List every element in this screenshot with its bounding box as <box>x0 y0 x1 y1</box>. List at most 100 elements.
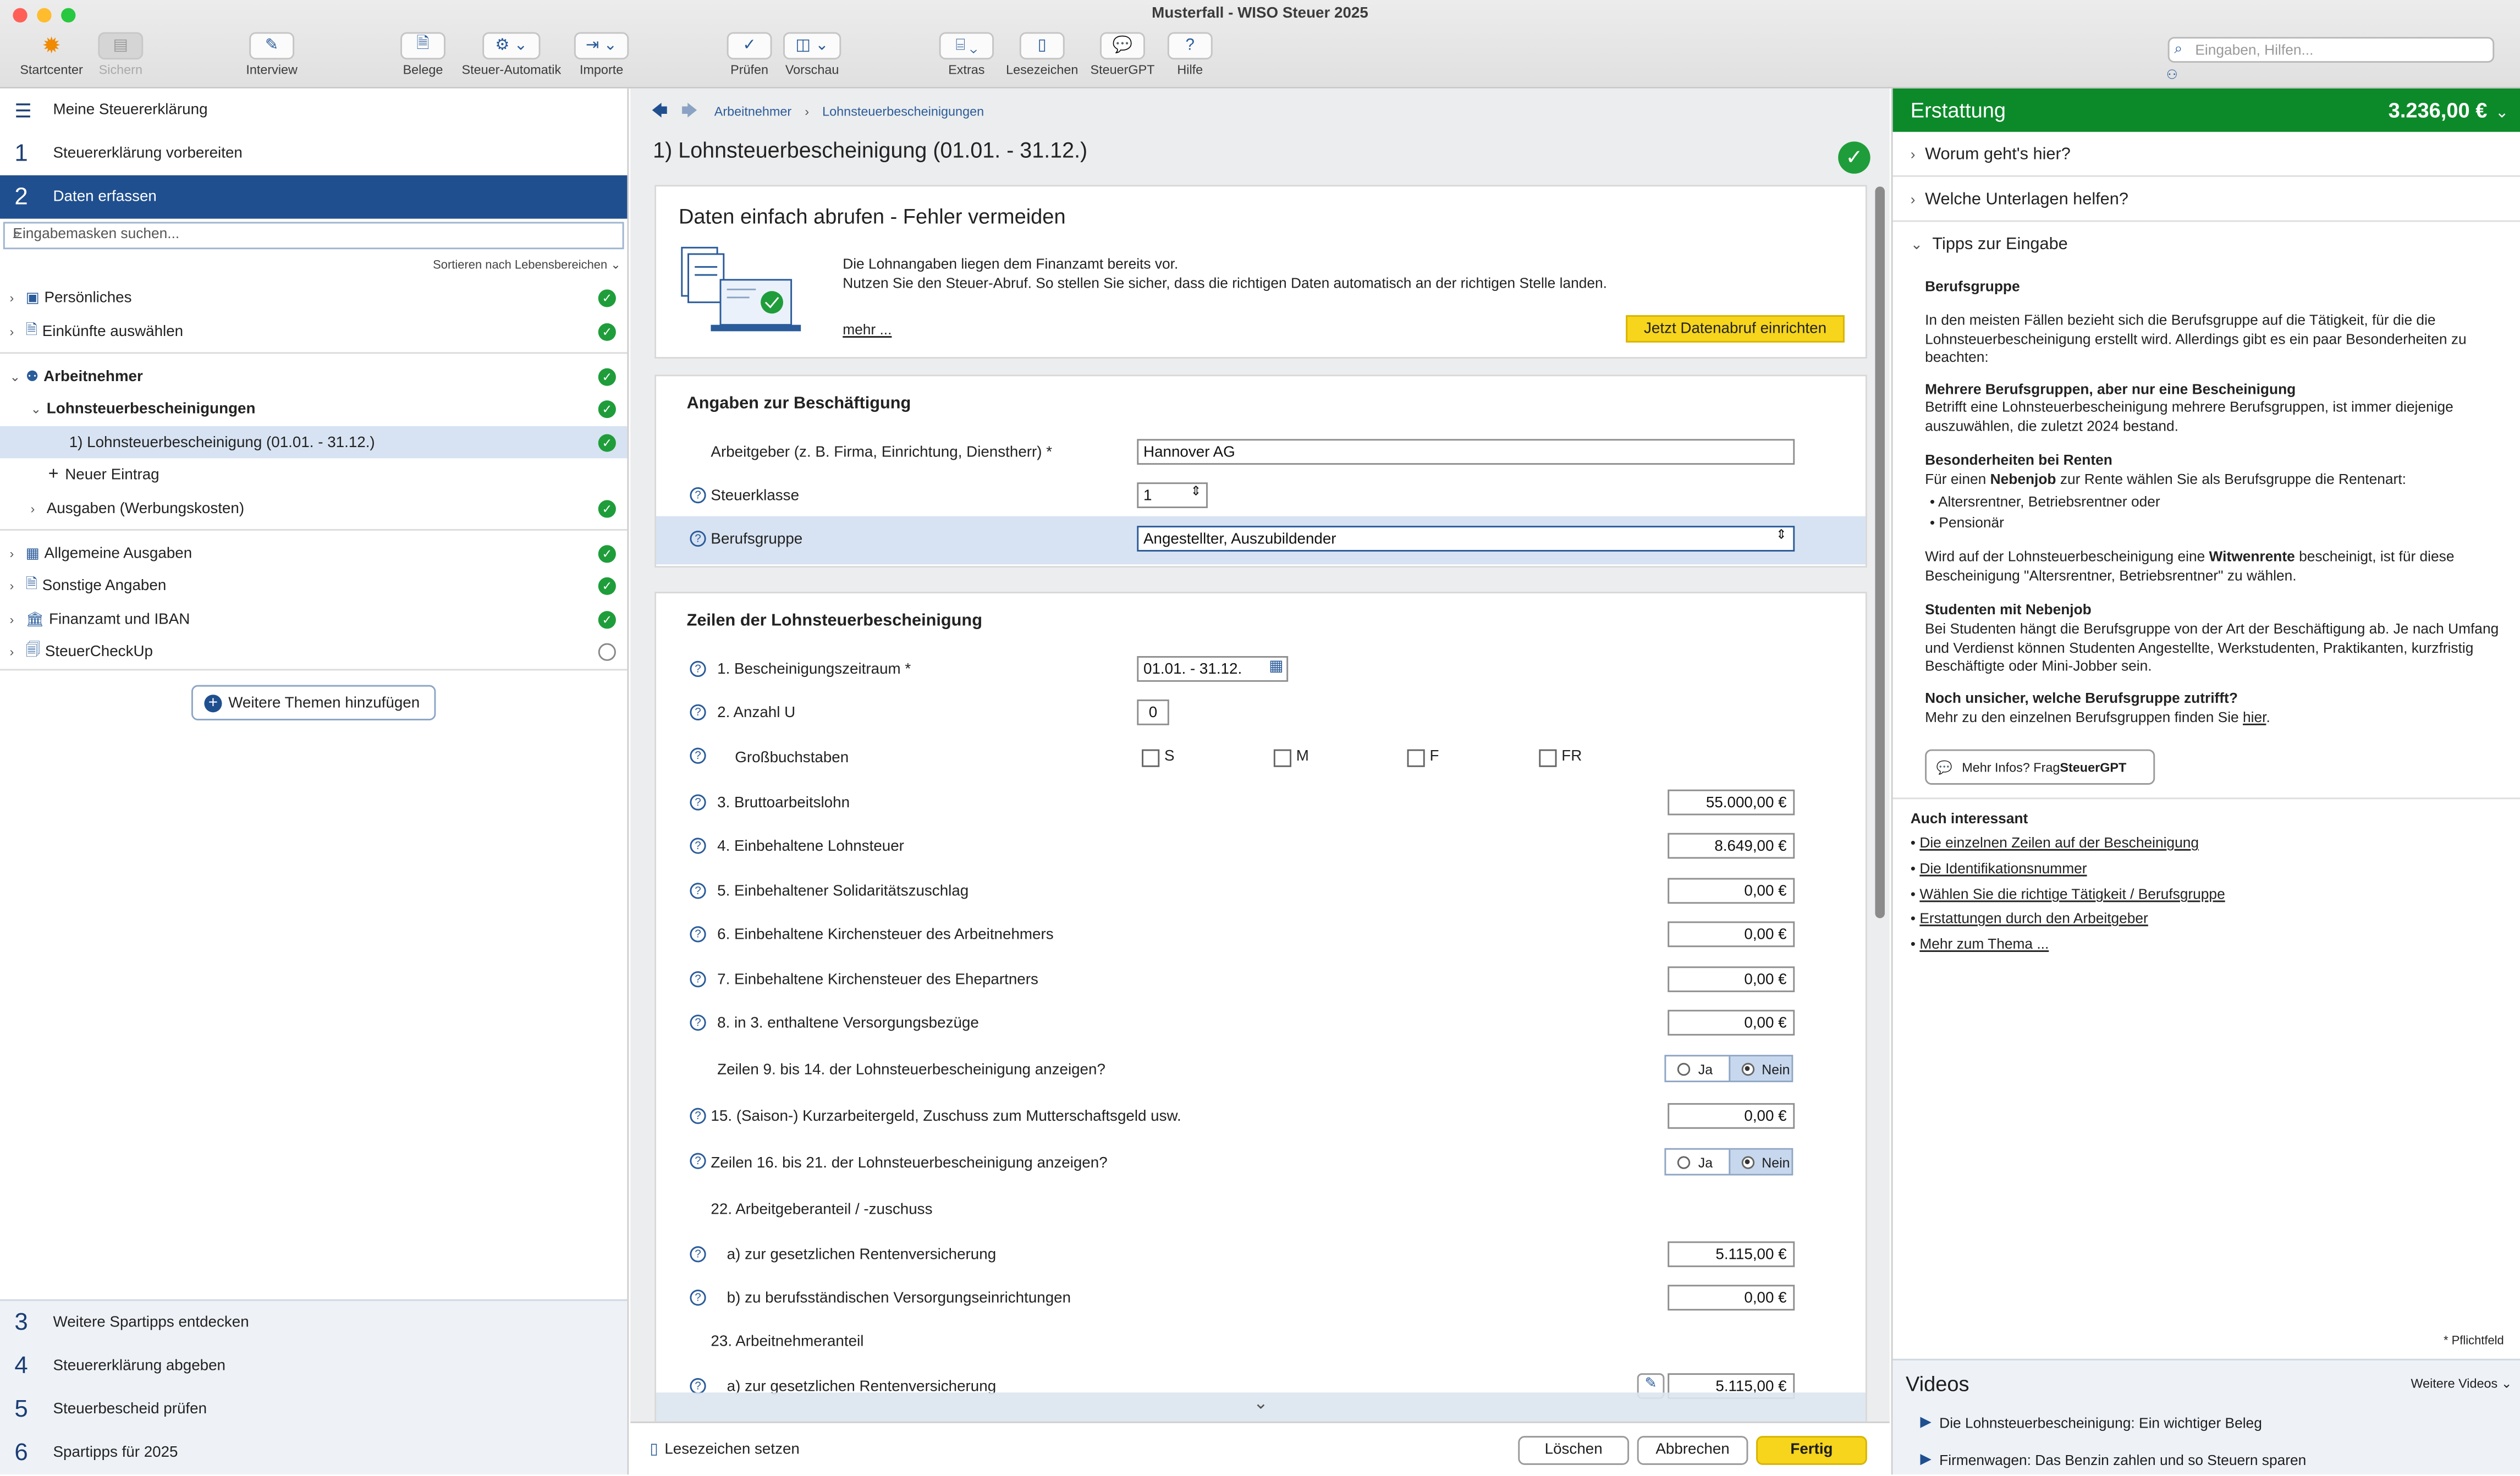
belege-button[interactable]: 🗎 Belege <box>395 32 450 77</box>
extras-button[interactable]: ⌸ ⌄ Extras <box>936 32 997 77</box>
done-button[interactable]: Fertig <box>1756 1436 1867 1465</box>
line-7-input[interactable]: 0,00 € <box>1668 966 1795 993</box>
lesezeichen-button[interactable]: ▯ Lesezeichen <box>1000 32 1084 77</box>
also-link-2[interactable]: • Die Identifikationsnummer <box>1911 860 2493 879</box>
global-search-input[interactable]: ⌕ Eingaben, Hilfen... <box>2167 37 2495 63</box>
checkbox-m[interactable] <box>1273 749 1292 767</box>
also-link-1[interactable]: • Die einzelnen Zeilen auf der Bescheini… <box>1911 835 2493 853</box>
tree-item-lohnsteuerbescheinigungen[interactable]: ⌄ Lohnsteuerbescheinigungen ✓ <box>0 392 627 424</box>
bookmark-set-button[interactable]: ▯ Lesezeichen setzen <box>650 1441 800 1458</box>
also-link-text[interactable]: Wählen Sie die richtige Tätigkeit / Beru… <box>1919 886 2225 902</box>
also-link-text[interactable]: Die Identifikationsnummer <box>1919 860 2087 876</box>
line-22b-input[interactable]: 0,00 € <box>1668 1285 1795 1311</box>
also-link-5[interactable]: • Mehr zum Thema ... <box>1911 936 2493 955</box>
save-button[interactable]: ▤ Sichern <box>93 32 148 77</box>
help-icon[interactable]: ? <box>690 1153 706 1169</box>
line-22a-input[interactable]: 5.115,00 € <box>1668 1241 1795 1268</box>
tree-item-persoenliches[interactable]: › ▣ Persönliches ✓ <box>0 282 627 313</box>
ask-steuergpt-button[interactable]: 💬 Mehr Infos? Frag SteuerGPT <box>1925 749 2155 785</box>
sort-dropdown[interactable]: Sortieren nach Lebensbereichen ⌄ <box>433 257 621 272</box>
hilfe-button[interactable]: ? Hilfe <box>1167 32 1213 77</box>
tip-here-link[interactable]: hier <box>2243 709 2266 725</box>
scrollbar[interactable] <box>1875 186 1885 918</box>
help-icon[interactable]: ? <box>690 1108 706 1124</box>
line-2-input[interactable]: 0 <box>1137 699 1169 725</box>
steuer-automatik-button[interactable]: ⚙ ⌄ Steuer-Automatik <box>454 32 570 77</box>
checkbox-s[interactable] <box>1142 749 1160 767</box>
option-ja[interactable]: Ja <box>1666 1056 1728 1081</box>
startcenter-button[interactable]: ✹ Startcenter <box>16 32 87 77</box>
step-1[interactable]: 1 Steuererklärung vorbereiten <box>0 132 627 175</box>
mask-search-input[interactable]: ⌕ Eingabemasken suchen... <box>3 222 624 250</box>
cancel-button[interactable]: Abbrechen <box>1637 1436 1748 1465</box>
help-icon[interactable]: ? <box>690 1378 706 1395</box>
help-icon[interactable]: ? <box>690 971 706 988</box>
line-4-input[interactable]: 8.649,00 € <box>1668 833 1795 859</box>
checkbox-fr[interactable] <box>1539 749 1557 767</box>
importe-button[interactable]: ⇥ ⌄ Importe <box>571 32 632 77</box>
vorschau-button[interactable]: ◫ ⌄ Vorschau <box>780 32 844 77</box>
berufsgruppe-select[interactable]: Angestellter, Auszubildender ⇕ <box>1137 526 1795 552</box>
line-1-date-input[interactable]: 01.01. - 31.12. ▦ <box>1137 656 1289 682</box>
step-4[interactable]: 4 Steuererklärung abgeben <box>0 1345 627 1388</box>
also-link-text[interactable]: Mehr zum Thema ... <box>1919 936 2049 952</box>
add-topics-button[interactable]: + Weitere Themen hinzufügen <box>191 685 436 720</box>
employer-input[interactable]: Hannover AG <box>1137 439 1795 465</box>
promo-more-link[interactable]: mehr ... <box>843 322 892 338</box>
tree-item-steuercheckup[interactable]: › 🗐 SteuerCheckUp <box>0 635 627 667</box>
help-icon[interactable]: ? <box>690 1015 706 1031</box>
accordion-worum[interactable]: › Worum geht's hier? <box>1892 132 2520 177</box>
step-2[interactable]: 2 Daten erfassen <box>0 175 628 219</box>
line-6-input[interactable]: 0,00 € <box>1668 921 1795 948</box>
pruefen-button[interactable]: ✓ Prüfen <box>722 32 777 77</box>
help-icon[interactable]: ? <box>690 794 706 811</box>
tree-item-arbeitnehmer[interactable]: ⌄ ⚉ Arbeitnehmer ✓ <box>0 360 627 392</box>
checkbox-f[interactable] <box>1407 749 1425 767</box>
option-nein[interactable]: Nein <box>1727 1056 1792 1081</box>
tree-item-neuer-eintrag[interactable]: + Neuer Eintrag <box>0 458 627 490</box>
stepper-icon[interactable]: ⇕ <box>1191 484 1202 498</box>
show-lines-9-14-toggle[interactable]: Ja Nein <box>1664 1055 1793 1082</box>
help-icon[interactable]: ? <box>690 1290 706 1306</box>
help-icon[interactable]: ? <box>690 704 706 720</box>
help-icon[interactable]: ? <box>690 883 706 899</box>
steuergpt-button[interactable]: 💬 SteuerGPT <box>1087 32 1158 77</box>
also-link-3[interactable]: • Wählen Sie die richtige Tätigkeit / Be… <box>1911 886 2493 905</box>
help-icon[interactable]: ? <box>690 747 706 764</box>
forward-arrow-icon[interactable]: 🡆 <box>681 103 698 120</box>
accordion-unterlagen[interactable]: › Welche Unterlagen helfen? <box>1892 177 2520 222</box>
step-6[interactable]: 6 Spartipps für 2025 <box>0 1431 627 1474</box>
step-5[interactable]: 5 Steuerbescheid prüfen <box>0 1387 627 1431</box>
line-5-input[interactable]: 0,00 € <box>1668 878 1795 904</box>
tree-item-finanzamt[interactable]: › 🏛 Finanzamt und IBAN ✓ <box>0 603 627 635</box>
tree-item-einkuenfte[interactable]: › 🗎 Einkünfte auswählen ✓ <box>0 315 627 347</box>
tree-item-sonstige[interactable]: › 🗎 Sonstige Angaben ✓ <box>0 569 627 601</box>
more-videos-dropdown[interactable]: Weitere Videos ⌄ <box>2411 1376 2512 1391</box>
refund-bar[interactable]: Erstattung 3.236,00 € ⌄ <box>1892 88 2520 132</box>
breadcrumb-lohnsteuerbescheinigungen[interactable]: Lohnsteuerbescheinigungen <box>822 104 984 119</box>
line-8-input[interactable]: 0,00 € <box>1668 1010 1795 1036</box>
help-icon[interactable]: ? <box>690 1246 706 1263</box>
setup-data-retrieval-button[interactable]: Jetzt Datenabruf einrichten <box>1626 315 1845 343</box>
video-link-1[interactable]: ▶ Die Lohnsteuerbescheinigung: Ein wichti… <box>1920 1413 2262 1431</box>
also-link-text[interactable]: Erstattungen durch den Arbeitgeber <box>1919 910 2148 926</box>
video-link-2[interactable]: ▶ Firmenwagen: Das Benzin zahlen und so S… <box>1920 1451 2306 1468</box>
help-icon[interactable]: ? <box>690 530 706 547</box>
show-lines-16-21-toggle[interactable]: Ja Nein <box>1664 1148 1793 1176</box>
line-3-input[interactable]: 55.000,00 € <box>1668 789 1795 816</box>
scroll-down-chevron-icon[interactable]: ⌄ <box>656 1392 1866 1425</box>
option-ja[interactable]: Ja <box>1666 1150 1728 1174</box>
step-3[interactable]: 3 Weitere Spartipps entdecken <box>0 1301 627 1345</box>
help-icon[interactable]: ? <box>690 487 706 504</box>
interview-button[interactable]: ✎ Interview <box>238 32 306 77</box>
also-link-4[interactable]: • Erstattungen durch den Arbeitgeber <box>1911 910 2493 929</box>
help-icon[interactable]: ? <box>690 838 706 854</box>
tree-item-ausgaben[interactable]: › Ausgaben (Werbungskosten) ✓ <box>0 492 627 524</box>
calendar-icon[interactable]: ▦ <box>1269 658 1283 675</box>
help-icon[interactable]: ? <box>690 660 706 678</box>
tree-item-lstb-1[interactable]: 1) Lohnsteuerbescheinigung (01.01. - 31.… <box>0 426 628 459</box>
delete-button[interactable]: Löschen <box>1518 1436 1630 1465</box>
taxclass-stepper[interactable]: 1 ⇕ <box>1137 482 1208 509</box>
accordion-tipps[interactable]: ⌄ Tipps zur Eingabe <box>1893 222 2520 267</box>
person-icon[interactable]: ⚇ <box>2166 68 2178 82</box>
